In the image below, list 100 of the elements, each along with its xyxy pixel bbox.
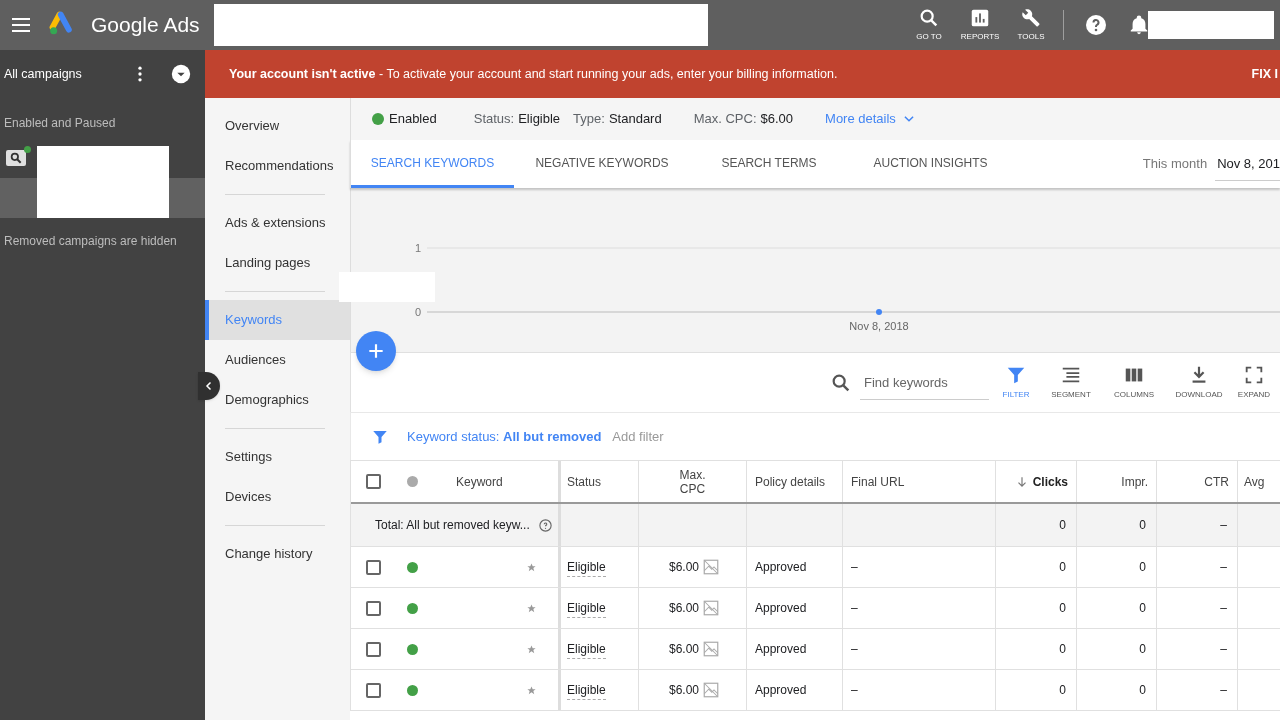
column-header[interactable]: Final URL [851, 472, 905, 491]
star-icon[interactable] [526, 602, 537, 614]
star-icon[interactable] [526, 684, 537, 696]
checkbox[interactable] [365, 641, 381, 657]
column-header[interactable]: Keyword [456, 472, 503, 491]
status-text[interactable]: Eligible [567, 680, 606, 700]
column-header[interactable]: Max. CPC [672, 467, 713, 496]
table-cell-text: – [1220, 559, 1227, 576]
table-cell-text: – [851, 600, 858, 617]
column-header[interactable]: Clicks [1032, 472, 1068, 491]
table-cell-text: $6.00 [668, 600, 699, 617]
add-button[interactable] [356, 331, 396, 371]
data-point [876, 309, 882, 315]
status-text: Enabled [389, 110, 437, 129]
field-label: Max. CPC: [693, 110, 757, 129]
image-off-icon [702, 599, 720, 617]
nav-item[interactable]: Devices [222, 477, 350, 517]
field-value: Standard [608, 110, 662, 129]
tab[interactable]: NEGATIVE KEYWORDS [514, 140, 690, 188]
toolbar-button[interactable]: FILTER [989, 364, 1043, 401]
column-header[interactable]: Status [567, 472, 602, 491]
nav-item[interactable]: Settings [222, 437, 350, 477]
table-cell-text: 0 [1139, 641, 1146, 658]
dropdown-icon[interactable] [170, 63, 192, 85]
nav-item[interactable]: Recommendations [222, 146, 350, 186]
tab[interactable]: AUCTION INSIGHTS [848, 140, 1013, 188]
table-cell-text: – [851, 682, 858, 699]
toolbar-button[interactable]: TOOLS [1005, 7, 1057, 43]
help-icon[interactable] [1083, 13, 1108, 37]
table-cell-text: 0 [1059, 641, 1066, 658]
checkbox[interactable] [365, 682, 381, 698]
fix-link[interactable]: FIX I [1251, 64, 1280, 84]
collapse-button[interactable] [198, 372, 220, 400]
field-label: Status: [473, 110, 515, 129]
campaign-row[interactable] [0, 178, 205, 218]
banner-message: Your account isn't active - To activate your account and start running your ads, enter your billing information. [229, 65, 839, 83]
status-dot-header [407, 476, 418, 487]
checkbox[interactable] [365, 600, 381, 616]
table-cell-text: Approved [755, 682, 807, 699]
status-text[interactable]: Eligible [567, 598, 606, 618]
nav-item[interactable]: Audiences [222, 340, 350, 380]
checkbox[interactable] [365, 474, 381, 489]
toolbar-button[interactable]: EXPAND [1229, 364, 1279, 401]
search-campaign-icon [6, 148, 28, 166]
filter-label: Enabled and Paused [3, 115, 117, 132]
table-cell-text: Approved [755, 641, 807, 658]
table-cell-text: – [1220, 517, 1227, 534]
search-field[interactable]: Find keywords [860, 365, 989, 400]
table-cell-text: 0 [1139, 600, 1146, 617]
product-name: Google Ads [91, 12, 200, 39]
help-icon[interactable] [537, 517, 553, 533]
field-label: Type: [573, 110, 605, 129]
nav-item[interactable]: Landing pages [222, 243, 350, 283]
nav-item[interactable]: Demographics [222, 380, 350, 420]
date-range-field[interactable]: Nov 8, 201 [1215, 147, 1280, 181]
panel-title: All campaigns [4, 65, 83, 83]
date-range-label: This month [1142, 155, 1208, 174]
nav-item[interactable]: Overview [222, 106, 350, 146]
plus-icon [366, 341, 386, 361]
image-off-icon [702, 640, 720, 658]
table-cell-text: Approved [755, 559, 807, 576]
total-label: Total: All but removed keyw... [375, 517, 530, 534]
axis-label: Nov 8, 2018 [849, 320, 909, 332]
filter-chip[interactable]: Keyword status: All but removed [407, 426, 602, 447]
axis-label: 1 [414, 242, 421, 254]
tab[interactable]: SEARCH TERMS [690, 140, 848, 188]
panel-note: Removed campaigns are hidden [3, 233, 178, 250]
table-cell-text: $6.00 [668, 641, 699, 658]
status-text[interactable]: Eligible [567, 639, 606, 659]
field-value: Eligible [518, 110, 561, 129]
toolbar-button[interactable]: SEGMENT [1043, 364, 1099, 401]
axis-label: 0 [414, 306, 421, 318]
toolbar-button[interactable]: REPORTS [954, 7, 1006, 43]
table-cell-text: – [851, 559, 858, 576]
table-cell-text: Approved [755, 600, 807, 617]
field-value: $6.00 [760, 110, 794, 129]
toolbar-button[interactable]: GO TO [903, 7, 955, 43]
expand-icon [1243, 364, 1265, 386]
column-header[interactable]: Policy details [755, 472, 826, 491]
table-cell-text: – [851, 641, 858, 658]
image-off-icon [702, 558, 720, 576]
nav-item[interactable]: Change history [222, 534, 350, 574]
image-off-icon [702, 681, 720, 699]
checkbox[interactable] [365, 559, 381, 575]
toolbar-button[interactable]: COLUMNS [1099, 364, 1169, 401]
table-cell-text: – [1220, 682, 1227, 699]
status-text[interactable]: Eligible [567, 557, 606, 577]
table-cell-text: 0 [1059, 559, 1066, 576]
table-cell-text: 0 [1139, 517, 1146, 534]
table-cell-text: 0 [1059, 682, 1066, 699]
table-cell-text: 0 [1139, 682, 1146, 699]
table-cell-text: 0 [1139, 559, 1146, 576]
nav-item[interactable]: Ads & extensions [222, 203, 350, 243]
column-header[interactable]: Impr. [1121, 472, 1148, 491]
column-header[interactable]: Avg [1244, 472, 1265, 491]
star-icon[interactable] [526, 643, 537, 655]
star-icon[interactable] [526, 561, 537, 573]
column-header[interactable]: CTR [1204, 472, 1229, 491]
toolbar-button[interactable]: DOWNLOAD [1169, 364, 1229, 401]
table-cell-text: $6.00 [668, 682, 699, 699]
